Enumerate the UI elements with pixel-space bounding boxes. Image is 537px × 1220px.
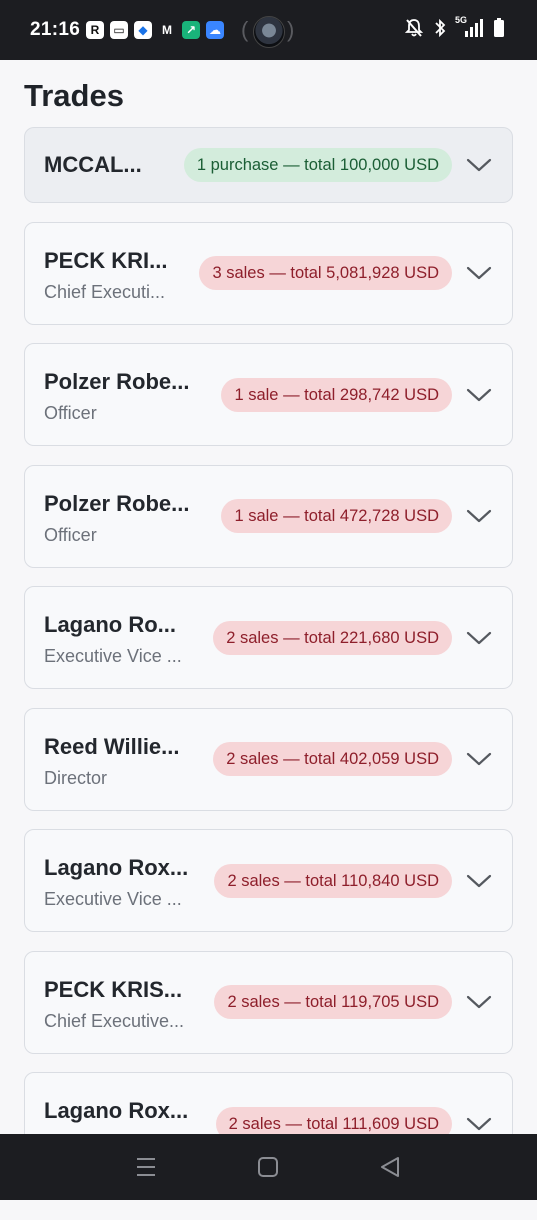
trade-card[interactable]: Lagano Ro... Executive Vice ... 2 sales — … (24, 586, 513, 689)
trend-app-icon: ↗ (182, 21, 200, 39)
trade-summary-badge: 2 sales — total 402,059 USD (213, 742, 452, 776)
insider-role: Executive Vice ... (44, 889, 182, 909)
insider-name: PECK KRI... (44, 247, 168, 273)
weather-app-icon: ☁ (206, 21, 224, 39)
page-title: Trades (24, 78, 124, 113)
bluetooth-icon (435, 18, 446, 38)
battery-icon (494, 18, 504, 37)
insider-role: Officer (44, 403, 97, 423)
trade-insider: Lagano Ro... Executive Vice ... (44, 612, 204, 667)
chevron-down-icon[interactable] (466, 751, 492, 767)
trade-insider: Polzer Robe... Officer (44, 369, 204, 424)
chevron-down-icon[interactable] (466, 1116, 492, 1132)
insider-role: Director (44, 767, 108, 788)
trade-insider: PECK KRIS... Chief Executive... (44, 977, 204, 1032)
avatar[interactable] (253, 16, 285, 48)
insider-role: Chief Executive... (44, 1010, 185, 1031)
trades-list: MCCAL... 1 purchase — total 100,000 USD PE… (24, 127, 513, 1194)
chevron-down-icon[interactable] (466, 508, 492, 524)
trade-summary-badge: 1 sale — total 298,742 USD (221, 377, 452, 412)
back-icon[interactable] (380, 1155, 400, 1179)
chat-bubble[interactable]: ( ) (241, 14, 295, 48)
status-time: 21:16 (30, 19, 81, 40)
trade-card[interactable]: Reed Willie... Director 2 sales — total 40… (24, 707, 513, 811)
insider-role: Executive Vice ... (44, 646, 182, 666)
insider-role: Officer (44, 524, 97, 545)
trade-summary-badge: 2 sales — total 221,680 USD (213, 620, 452, 655)
trade-card[interactable]: Polzer Robe... Officer 1 sale — total 472,… (24, 464, 513, 568)
chevron-down-icon[interactable] (466, 630, 492, 646)
notification-icons: R ▭ ◆ M ↗ ☁ (86, 21, 224, 39)
system-icons: 5G (405, 15, 505, 38)
trade-card[interactable]: PECK KRI... Chief Executi... 3 sales — tot… (24, 221, 513, 325)
trade-card[interactable]: MCCAL... 1 purchase — total 100,000 USD (24, 127, 513, 203)
chevron-down-icon[interactable] (466, 387, 492, 403)
wallet-app-icon: ▭ (110, 21, 128, 39)
insider-name: Lagano Rox... (44, 855, 189, 880)
trade-insider: MCCAL... (44, 152, 204, 178)
trade-insider: Lagano Rox... (44, 1098, 204, 1124)
bubble-left-paren: ( (241, 17, 249, 42)
trade-card[interactable]: Lagano Rox... Executive Vice ... 2 sales —… (24, 829, 513, 932)
signal-icon (465, 19, 483, 37)
recent-apps-icon[interactable] (136, 1155, 156, 1179)
trade-insider: PECK KRI... Chief Executi... (44, 248, 204, 303)
bubble-right-paren: ) (287, 17, 295, 42)
signal-5g: 5G (455, 15, 483, 38)
chevron-down-icon[interactable] (466, 873, 492, 889)
trade-insider: Polzer Robe... Officer (44, 491, 204, 546)
trade-card[interactable]: PECK KRIS... Chief Executive... 2 sales — … (24, 950, 513, 1054)
trade-summary-badge: 2 sales — total 110,840 USD (214, 863, 452, 898)
chevron-down-icon[interactable] (466, 994, 492, 1010)
gmail-app-icon: M (158, 21, 176, 39)
insider-name: Polzer Robe... (44, 369, 190, 394)
status-bar: 21:16 R ▭ ◆ M ↗ ☁ ( ) 5G (0, 0, 537, 60)
chevron-down-icon[interactable] (466, 157, 492, 173)
r-app-icon: R (86, 21, 104, 39)
trade-summary-badge: 2 sales — total 119,705 USD (214, 985, 452, 1019)
insider-name: Reed Willie... (44, 733, 180, 759)
chevron-down-icon[interactable] (466, 265, 492, 281)
insider-name: MCCAL... (44, 152, 142, 177)
insider-name: Polzer Robe... (44, 490, 190, 516)
trade-insider: Reed Willie... Director (44, 734, 204, 789)
insider-name: Lagano Rox... (44, 1098, 189, 1123)
navigation-bar (0, 1134, 537, 1200)
home-icon[interactable] (258, 1155, 278, 1179)
insider-name: PECK KRIS... (44, 976, 183, 1002)
box-app-icon: ◆ (134, 21, 152, 39)
trade-summary-badge: 3 sales — total 5,081,928 USD (199, 256, 452, 290)
trade-summary-badge: 1 sale — total 472,728 USD (221, 499, 452, 533)
trade-card[interactable]: Polzer Robe... Officer 1 sale — total 298,… (24, 343, 513, 446)
insider-name: Lagano Ro... (44, 612, 176, 637)
bell-muted-icon (405, 19, 423, 37)
trade-summary-badge: 1 purchase — total 100,000 USD (183, 148, 452, 182)
insider-role: Chief Executi... (44, 281, 166, 302)
trade-insider: Lagano Rox... Executive Vice ... (44, 855, 204, 910)
